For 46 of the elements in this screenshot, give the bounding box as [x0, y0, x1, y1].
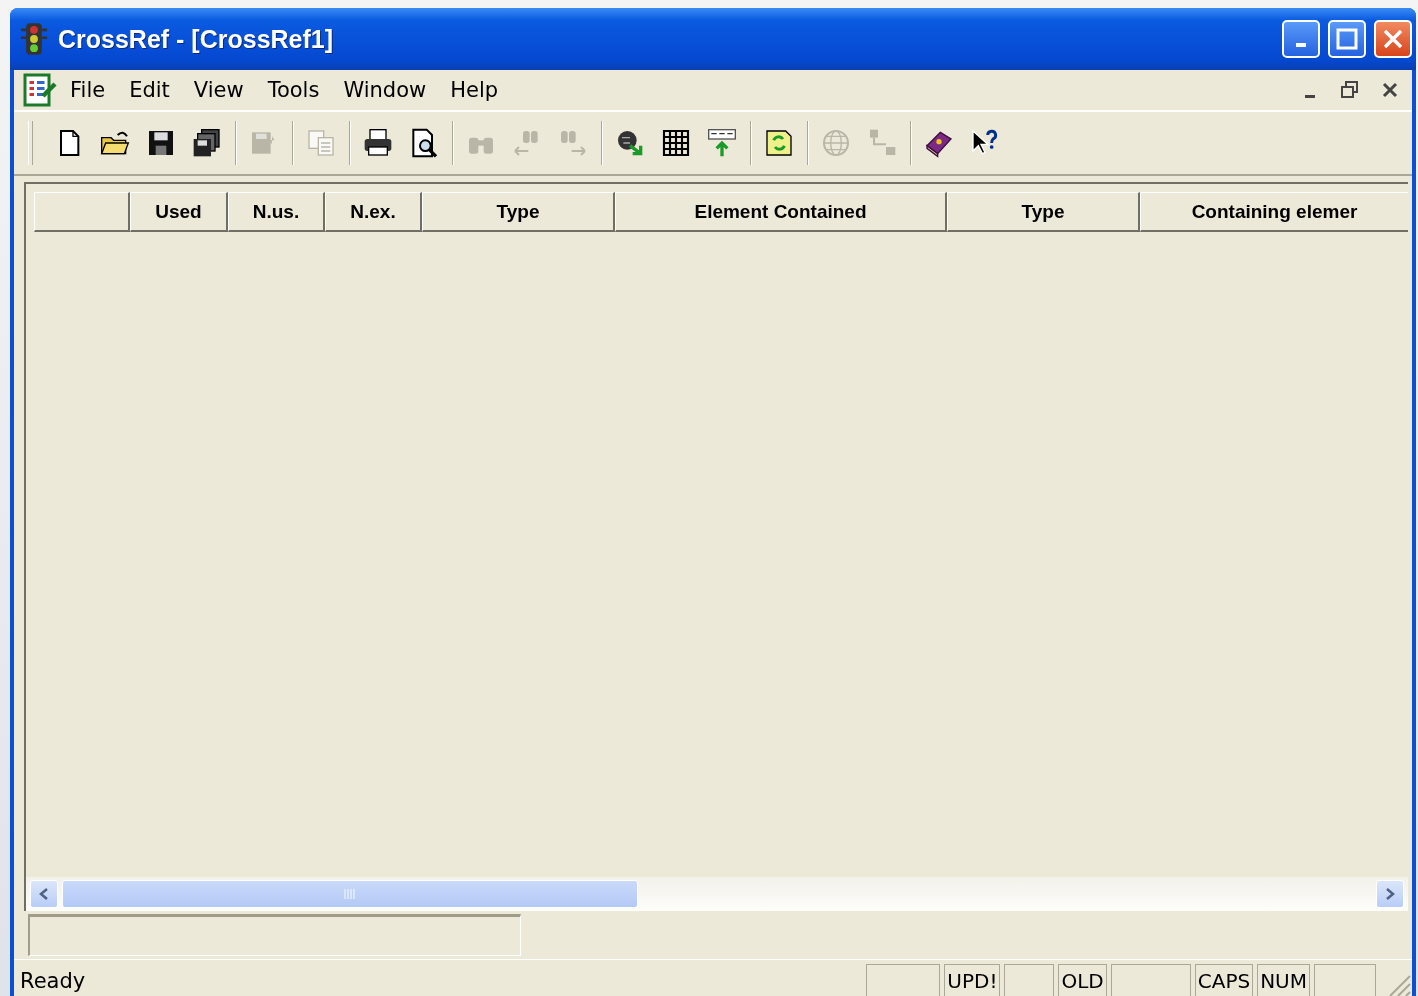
globe-icon: [820, 127, 852, 159]
status-text: Ready: [20, 969, 87, 995]
minimize-icon: [1305, 94, 1315, 98]
maximize-icon: [1336, 28, 1358, 50]
stacked-disks-icon: [191, 127, 223, 159]
close-icon: [1381, 81, 1399, 99]
column-header[interactable]: N.us.: [228, 192, 325, 232]
restore-icon: [1340, 80, 1360, 100]
window-title: CrossRef - [CrossRef1]: [58, 24, 335, 54]
menu-item[interactable]: File: [58, 76, 118, 104]
document-list-icon[interactable]: [22, 72, 58, 108]
horizontal-scrollbar[interactable]: [26, 877, 1408, 911]
menu-item[interactable]: Help: [438, 76, 511, 104]
menu-item[interactable]: View: [181, 76, 256, 104]
status-indicator: UPD!: [944, 964, 1001, 996]
printer-icon: [362, 127, 394, 159]
copy-icon: [305, 127, 337, 159]
close-icon: [1382, 28, 1404, 50]
status-indicator: OLD: [1058, 964, 1107, 996]
traffic-light-icon: [18, 22, 50, 56]
menu-item[interactable]: Edit: [117, 76, 182, 104]
chevron-right-icon: [1384, 887, 1396, 901]
close-button[interactable]: [1374, 20, 1412, 58]
list-up-arrow-icon: [706, 127, 738, 159]
status-indicator: NUM: [1257, 964, 1310, 996]
refresh-document-icon: [763, 127, 795, 159]
menu-item[interactable]: Window: [331, 76, 439, 104]
column-header[interactable]: Used: [130, 192, 228, 232]
status-pane: [1314, 964, 1376, 996]
column-header[interactable]: N.ex.: [325, 192, 422, 232]
column-header[interactable]: Containing elemer: [1140, 192, 1408, 232]
chevron-left-icon: [38, 887, 50, 901]
status-indicator: CAPS: [1194, 964, 1254, 996]
scroll-right-button[interactable]: [1376, 880, 1404, 908]
column-header[interactable]: [34, 192, 130, 232]
minimize-button[interactable]: [1282, 20, 1320, 58]
scroll-left-button[interactable]: [30, 880, 58, 908]
minimize-icon: [1296, 43, 1306, 47]
column-header[interactable]: Element Contained: [615, 192, 947, 232]
grid-icon: [660, 127, 692, 159]
menu-item[interactable]: Tools: [255, 76, 332, 104]
column-header[interactable]: Type: [947, 192, 1140, 232]
status-pane: [1004, 964, 1055, 996]
scrollbar-thumb[interactable]: [62, 880, 638, 908]
column-header[interactable]: Type: [422, 192, 615, 232]
maximize-button[interactable]: [1328, 20, 1366, 58]
